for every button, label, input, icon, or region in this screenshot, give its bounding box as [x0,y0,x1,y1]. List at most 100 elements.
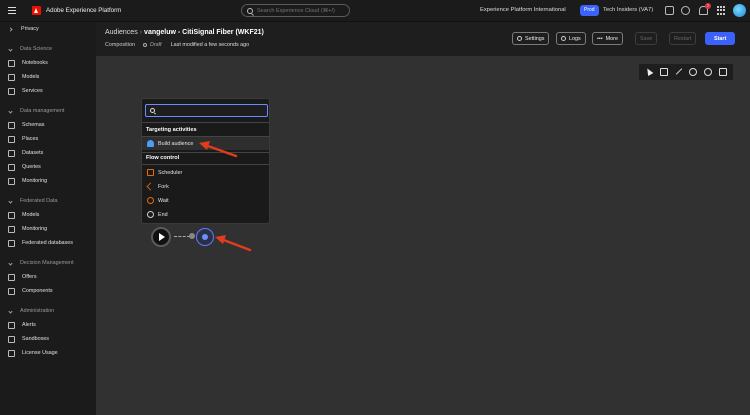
clock-icon [147,197,154,204]
sidebar-item-schemas[interactable]: Schemas [0,118,96,132]
option-build-audience[interactable]: Build audience [142,137,269,150]
sidebar-item-services[interactable]: Services [0,84,96,98]
settings-icon [517,36,522,41]
sidebar-section-label: Federated Data [20,198,58,204]
status-label: Draft [149,42,162,48]
sidebar-item-queries[interactable]: Queries [0,160,96,174]
option-label: Fork [158,183,169,190]
divider [142,152,269,153]
sidebar-item-license-usage[interactable]: License Usage [0,346,96,360]
sidebar-label: Monitoring [22,226,48,232]
sidebar-label: Notebooks [22,60,48,66]
apps-grid-icon[interactable] [717,6,726,15]
adobe-logo-icon[interactable] [32,6,41,15]
environment-badge[interactable]: Prod [580,5,599,16]
activity-search[interactable] [145,104,268,117]
zoom-in-icon[interactable] [703,68,712,76]
divider [142,164,269,165]
schema-icon [8,121,15,129]
logs-button[interactable]: Logs [556,32,586,45]
global-search-input[interactable] [257,7,347,14]
canvas-toolbar [639,64,733,80]
app-title[interactable]: Adobe Experience Platform [46,7,121,14]
chevron-down-icon [8,108,13,114]
sidebar-item-places[interactable]: Places [0,132,96,146]
zoom-out-icon[interactable] [689,68,698,76]
sidebar-section-decision-management[interactable]: Decision Management [0,256,96,270]
avatar[interactable] [733,4,746,17]
sidebar-item-federated-models[interactable]: Models [0,208,96,222]
panel-toggle-icon[interactable] [718,68,727,76]
license-icon [8,349,15,357]
sidebar-label: Schemas [22,122,45,128]
option-end[interactable]: End [142,208,269,221]
chevron-down-icon [8,308,13,314]
org-name[interactable]: Experience Platform International [480,7,566,13]
connector-line [174,236,190,237]
chevron-down-icon [8,198,13,204]
sidebar-item-federated-monitoring[interactable]: Monitoring [0,222,96,236]
logs-label: Logs [569,35,581,42]
sidebar-item-components[interactable]: Components [0,284,96,298]
sidebar-label: Services [22,88,43,94]
option-label: Scheduler [158,169,183,176]
composition-type: Composition [105,42,135,48]
services-icon [8,87,15,95]
menu-icon[interactable] [8,7,22,14]
save-button[interactable]: Save [635,32,658,45]
option-scheduler[interactable]: Scheduler [142,166,269,179]
plus-icon [202,234,208,240]
sidebar-label: Datasets [22,150,44,156]
code-icon [8,59,15,67]
option-wait[interactable]: Wait [142,194,269,207]
monitoring-icon [8,225,15,233]
sandbox-name[interactable]: Tech Insiders (VA7) [603,7,653,13]
subheader: Composition Draft Last modified a few se… [105,42,249,48]
database-icon [8,149,15,157]
sidebar-label: Queries [22,164,41,170]
sidebar-item-datasets[interactable]: Datasets [0,146,96,160]
sidebar-section-administration[interactable]: Administration [0,304,96,318]
feedback-icon[interactable] [665,6,674,15]
option-label: Build audience [158,140,194,147]
option-fork[interactable]: Fork [142,180,269,193]
sidebar-item-privacy[interactable]: Privacy [0,22,96,36]
activity-picker: Targeting activities Build audience Flow… [141,98,270,224]
activity-search-input[interactable] [158,107,258,114]
sidebar-item-notebooks[interactable]: Notebooks [0,56,96,70]
last-modified: Last modified a few seconds ago [170,42,250,48]
user-icon [147,140,154,147]
sidebar-item-sandboxes[interactable]: Sandboxes [0,332,96,346]
sidebar-section-data-science[interactable]: Data Science [0,42,96,56]
page-header: Audiences › vangeluw - CitiSignal Fiber (W… [96,22,750,56]
group-header-targeting: Targeting activities [146,127,197,133]
models-icon [8,73,15,81]
sidebar-item-monitoring[interactable]: Monitoring [0,174,96,188]
connector-handle[interactable] [189,233,195,239]
sidebar-label: Places [22,136,39,142]
sidebar-item-alerts[interactable]: Alerts [0,318,96,332]
settings-button[interactable]: Settings [512,32,550,45]
option-label: Wait [158,197,169,204]
start-node[interactable] [151,227,171,247]
add-activity-node[interactable] [196,228,214,246]
start-button[interactable]: Start [705,32,736,45]
global-search[interactable] [241,4,350,17]
select-tool-icon[interactable] [645,68,653,76]
help-icon[interactable] [681,6,690,15]
fit-to-screen-icon[interactable] [675,68,683,76]
restart-button[interactable]: Restart [669,32,697,45]
end-icon [147,211,154,218]
more-button[interactable]: ••• More [592,32,623,45]
sidebar-section-federated-data[interactable]: Federated Data [0,194,96,208]
sidebar-label: Sandboxes [22,336,49,342]
status-badge: Draft [142,42,162,48]
sidebar-item-federated-databases[interactable]: Federated databases [0,236,96,250]
sidebar-item-models[interactable]: Models [0,70,96,84]
rearrange-icon[interactable] [659,68,668,76]
notification-count: 7 [705,3,711,9]
breadcrumb-parent[interactable]: Audiences [105,29,138,36]
sidebar-item-offers[interactable]: Offers [0,270,96,284]
sidebar-label: Alerts [22,322,36,328]
sidebar-section-data-management[interactable]: Data management [0,104,96,118]
